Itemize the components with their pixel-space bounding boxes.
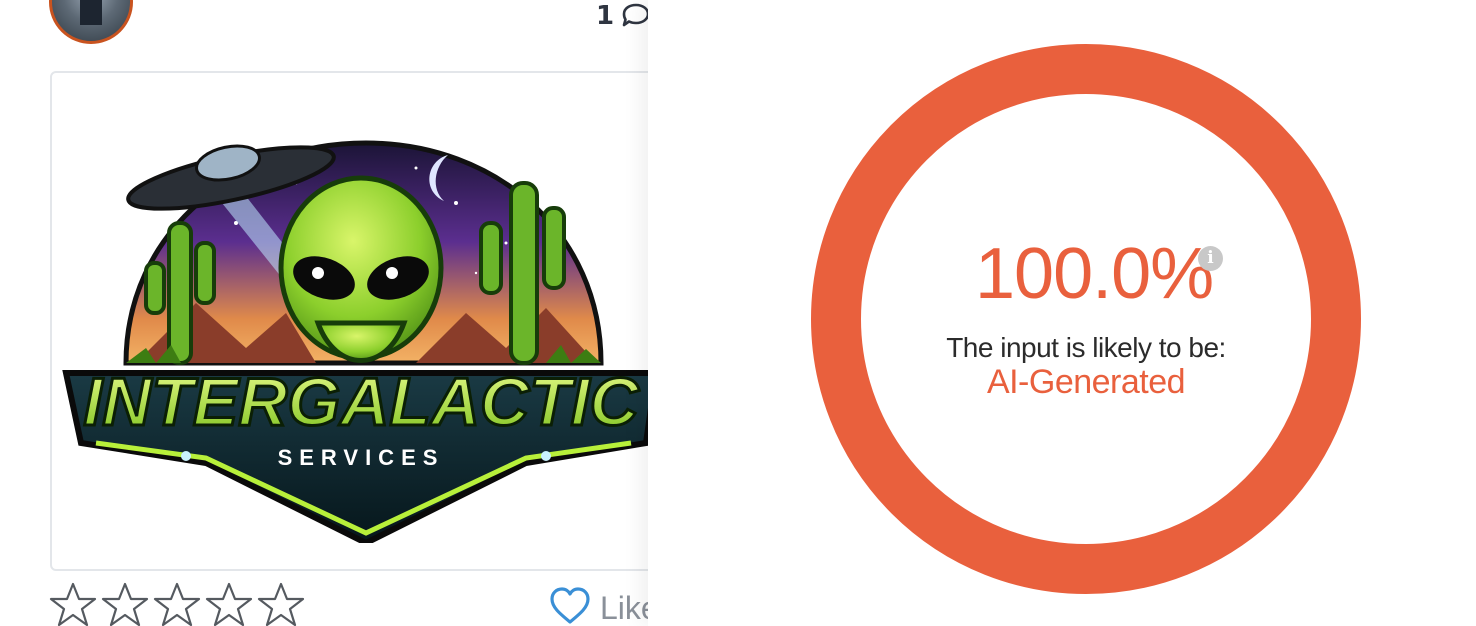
logo-headline: INTERGALACTIC xyxy=(83,364,639,440)
verdict-label: AI-Generated xyxy=(986,363,1186,401)
ai-score-percent: 100.0% xyxy=(975,234,1214,314)
logo-subline: SERVICES xyxy=(278,445,445,470)
comment-count[interactable]: 1 xyxy=(596,0,614,32)
star-icon[interactable] xyxy=(256,580,306,626)
heart-icon[interactable] xyxy=(549,586,591,626)
star-rating[interactable] xyxy=(48,580,306,626)
intergalactic-logo-image: INTERGALACTIC SERVICES xyxy=(62,140,648,543)
star-icon[interactable] xyxy=(100,580,150,626)
star-icon[interactable] xyxy=(204,580,254,626)
like-button-label[interactable]: Like xyxy=(600,588,648,626)
avatar[interactable] xyxy=(49,0,133,44)
screen: 1 INTERGALACTIC SERVICES Lik 100.0% i Th… xyxy=(0,0,1476,626)
post-image-card[interactable]: INTERGALACTIC SERVICES xyxy=(50,71,648,571)
comment-icon[interactable] xyxy=(620,2,648,30)
verdict-prefix: The input is likely to be: xyxy=(946,332,1226,363)
post-panel: 1 INTERGALACTIC SERVICES Lik xyxy=(0,0,648,626)
star-icon[interactable] xyxy=(48,580,98,626)
star-icon[interactable] xyxy=(152,580,202,626)
info-icon[interactable]: i xyxy=(1198,246,1223,271)
score-ring xyxy=(811,44,1361,594)
